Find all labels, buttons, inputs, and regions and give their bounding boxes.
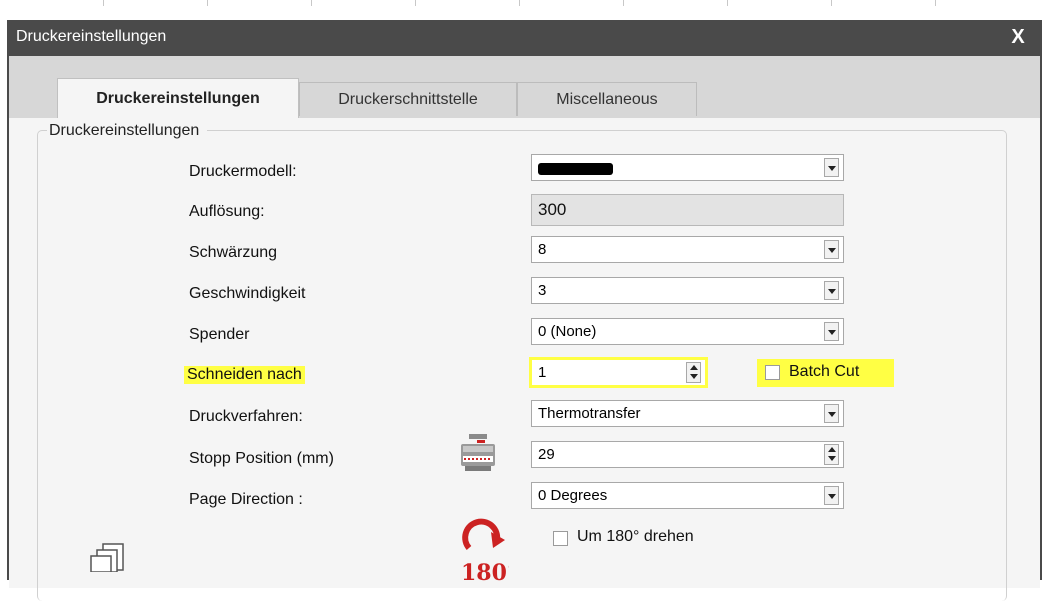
resolution-field: 300 (531, 194, 844, 226)
redacted-value (538, 163, 613, 176)
tab-druckereinstellungen[interactable]: Druckereinstellungen (57, 78, 299, 118)
stop-position-spinner[interactable]: 29 (531, 441, 844, 468)
ruler-tick (415, 0, 416, 6)
print-method-value: Thermotransfer (538, 405, 641, 422)
ruler-tick (831, 0, 832, 6)
pages-icon (90, 543, 124, 572)
darkness-value: 8 (538, 241, 547, 258)
speed-value: 3 (538, 282, 547, 299)
darkness-label: Schwärzung (189, 244, 278, 261)
tab-content: Druckereinstellungen Druckermodell: Aufl… (9, 118, 1040, 601)
page-direction-select[interactable]: 0 Degrees (531, 482, 844, 509)
ruler-tick (623, 0, 624, 6)
batch-cut-container[interactable]: Batch Cut (757, 359, 894, 387)
darkness-select[interactable]: 8 (531, 236, 844, 263)
chevron-down-icon[interactable] (824, 404, 839, 423)
rotate-180-text: 180° (461, 560, 509, 586)
rotate-180-icon: 180° (461, 518, 509, 586)
page-direction-label: Page Direction : (189, 491, 303, 508)
cut-after-label: Schneiden nach (184, 366, 305, 384)
title-bar[interactable]: Druckereinstellungen X (7, 20, 1042, 56)
spinner-buttons-icon[interactable] (686, 362, 701, 383)
ruler-tick (519, 0, 520, 6)
close-button[interactable]: X (1004, 22, 1032, 52)
tab-strip: Druckereinstellungen Druckerschnittstell… (9, 56, 1040, 118)
printer-model-label: Druckermodell: (189, 163, 297, 180)
dispenser-select[interactable]: 0 (None) (531, 318, 844, 345)
stop-position-value: 29 (538, 446, 555, 463)
dispenser-value: 0 (None) (538, 323, 597, 340)
chevron-down-icon[interactable] (824, 240, 839, 259)
chevron-down-icon[interactable] (824, 158, 839, 177)
ruler-tick (727, 0, 728, 6)
tab-miscellaneous[interactable]: Miscellaneous (517, 82, 697, 116)
dispenser-label: Spender (189, 326, 250, 343)
rotate-180-label: Um 180° drehen (577, 528, 694, 545)
dialog-window: Druckereinstellungen X Druckereinstellun… (7, 20, 1042, 601)
print-method-label: Druckverfahren: (189, 408, 303, 425)
cut-after-spinner[interactable]: 1 (529, 357, 708, 388)
window-title: Druckereinstellungen (16, 28, 167, 45)
group-title: Druckereinstellungen (47, 122, 208, 140)
batch-cut-checkbox[interactable] (765, 365, 780, 380)
speed-label: Geschwindigkeit (189, 285, 306, 302)
printer-model-value (538, 159, 613, 176)
background-ruler (0, 0, 1042, 22)
print-method-select[interactable]: Thermotransfer (531, 400, 844, 427)
chevron-down-icon[interactable] (824, 322, 839, 341)
ruler-tick (311, 0, 312, 6)
chevron-down-icon[interactable] (824, 486, 839, 505)
resolution-label: Auflösung: (189, 203, 265, 220)
batch-cut-label: Batch Cut (789, 363, 860, 380)
spinner-buttons-icon[interactable] (824, 444, 839, 465)
resolution-value: 300 (538, 200, 567, 219)
chevron-down-icon[interactable] (824, 281, 839, 300)
ruler-tick (103, 0, 104, 6)
speed-select[interactable]: 3 (531, 277, 844, 304)
cut-after-value: 1 (538, 364, 547, 381)
page-direction-value: 0 Degrees (538, 487, 608, 504)
ruler-tick (935, 0, 936, 6)
ruler-tick (207, 0, 208, 6)
printer-icon (461, 434, 495, 471)
printer-model-select[interactable] (531, 154, 844, 181)
tab-druckerschnittstelle[interactable]: Druckerschnittstelle (299, 82, 517, 116)
rotate-180-checkbox[interactable] (553, 531, 568, 546)
stop-position-label: Stopp Position (mm) (189, 450, 334, 467)
